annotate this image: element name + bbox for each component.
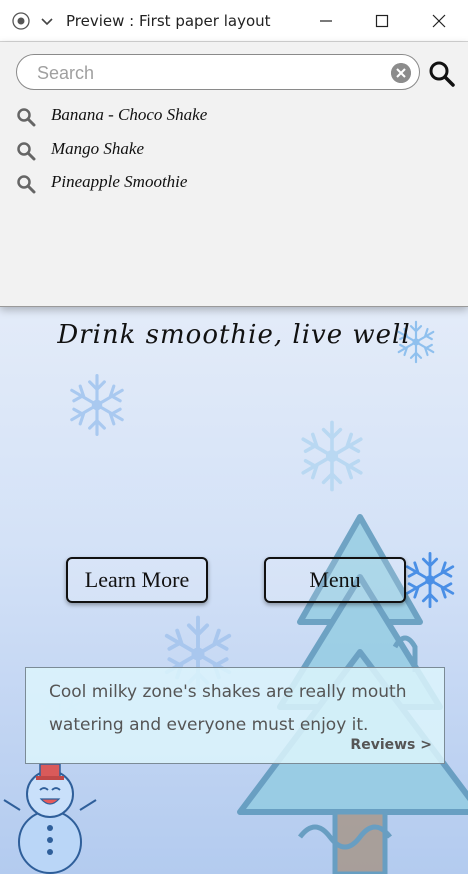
search-icon (17, 142, 36, 161)
suggestion-item[interactable]: Mango Shake (0, 134, 468, 166)
review-text: Cool milky zone's shakes are really mout… (49, 682, 407, 735)
review-card: Cool milky zone's shakes are really mout… (25, 667, 445, 764)
suggestion-label: Banana - Choco Shake (51, 105, 208, 124)
maximize-icon[interactable] (369, 8, 395, 34)
suggestion-label: Mango Shake (51, 139, 145, 158)
search-icon[interactable] (428, 60, 456, 88)
minimize-icon[interactable] (313, 8, 339, 34)
search-box (16, 54, 420, 90)
window-titlebar: Preview : First paper layout (0, 0, 468, 42)
search-icon (17, 175, 36, 194)
suggestion-item[interactable]: Banana - Choco Shake (0, 100, 468, 132)
close-icon[interactable] (426, 8, 452, 34)
menu-button[interactable]: Menu (264, 557, 406, 603)
snowflake-icon (405, 551, 455, 609)
learn-more-button[interactable]: Learn More (66, 557, 208, 603)
window-title: Preview : First paper layout (66, 12, 271, 30)
reviews-link[interactable]: Reviews > (350, 737, 432, 753)
window-icon[interactable] (12, 12, 30, 30)
chevron-down-icon[interactable] (38, 12, 56, 30)
clear-icon[interactable] (391, 63, 411, 83)
search-icon (17, 108, 36, 127)
tagline: Drink smoothie, live well (57, 320, 411, 350)
snowflake-icon (301, 420, 363, 492)
suggestion-label: Pineapple Smoothie (51, 172, 188, 191)
snowman-icon (3, 763, 97, 874)
search-panel: Banana - Choco Shake Mango Shake Pineapp… (0, 42, 468, 307)
suggestion-item[interactable]: Pineapple Smoothie (0, 167, 468, 199)
snowflake-icon (70, 374, 124, 436)
search-input[interactable] (35, 60, 379, 86)
